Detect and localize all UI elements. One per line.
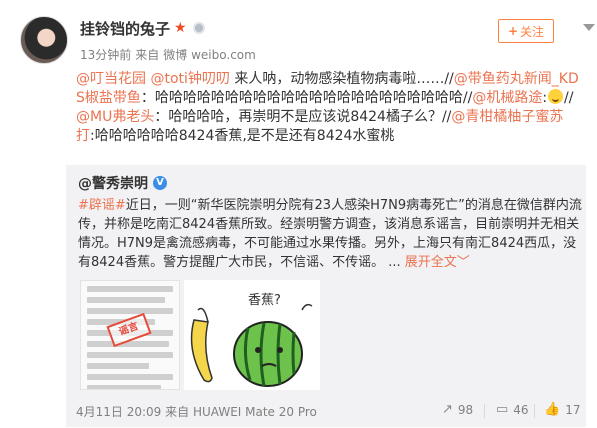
mention-link[interactable]: @叮当花园: [76, 71, 146, 87]
chevron-down-icon: ﹀: [456, 255, 470, 270]
like-count: 17: [565, 402, 581, 417]
text-line: [87, 363, 149, 369]
star-icon: ★: [174, 20, 187, 36]
repost-box: @警秀崇明 V #辟谣#近日，一则“新华医院崇明分院有23人感染H7N9病毒死亡…: [66, 165, 586, 427]
comment-count: 46: [513, 402, 529, 417]
repost-author-name[interactable]: @警秀崇明: [78, 173, 148, 193]
text-line: [87, 297, 165, 303]
verified-icon: V: [153, 176, 167, 190]
post-text: @叮当花园 @toti钟叨叨 来人呐，动物感染植物病毒啦……//@带鱼药丸新闻_…: [76, 70, 581, 146]
username[interactable]: 挂铃铛的兔子: [80, 18, 170, 39]
post-text-segment: :: [542, 90, 548, 106]
post-footer: 4月11日 20:09 来自 HUAWEI Mate 20 Pro ↗ 98 ▭…: [66, 400, 586, 422]
laughing-emoji-icon: [548, 89, 564, 104]
footer-source: HUAWEI Mate 20 Pro: [192, 405, 317, 419]
topic-tag[interactable]: #辟谣#: [78, 198, 126, 213]
post-text-segment: :哈哈哈哈哈哈8424香蕉,是不是还有8424水蜜桃: [90, 128, 395, 144]
repost-action[interactable]: ↗ 98: [442, 402, 473, 417]
cartoon-caption: 香蕉?: [248, 293, 281, 308]
share-icon: ↗: [442, 402, 453, 417]
thumbs-up-icon: 👍: [544, 402, 561, 417]
footer-meta: 4月11日 20:09 来自 HUAWEI Mate 20 Pro: [76, 403, 317, 420]
mention-link[interactable]: @MU弗老头: [76, 109, 154, 125]
post-text-segment: ：哈哈哈哈哈哈哈哈哈哈哈哈哈哈哈哈哈哈哈哈哈哈//: [140, 90, 473, 106]
like-action[interactable]: 👍 17: [544, 402, 580, 417]
post-meta: 13分钟前 来自 微博 weibo.com: [80, 46, 260, 63]
repost-text-body: 近日，一则“新华医院崇明分院有23人感染H7N9病毒死亡”的消息在微信群内流传，…: [78, 198, 582, 270]
watermelon-banana-illustration: 香蕉?: [190, 293, 313, 387]
footer-source-prefix: 来自: [165, 405, 190, 419]
repost-author: @警秀崇明 V: [78, 173, 167, 193]
expand-link[interactable]: 展开全文﹀: [405, 255, 470, 270]
text-line: [87, 374, 173, 380]
cartoon-thumbnail[interactable]: 香蕉?: [184, 280, 320, 390]
post-source[interactable]: 微博 weibo.com: [163, 48, 256, 62]
chevron-down-icon[interactable]: [583, 24, 595, 31]
post-time[interactable]: 13分钟前: [80, 48, 131, 62]
medal-icon: [192, 22, 205, 34]
text-line: [87, 385, 161, 389]
text-line: [87, 308, 173, 314]
expand-label: 展开全文: [404, 255, 457, 270]
mention-link[interactable]: @机械路途: [472, 90, 542, 106]
divider: [534, 404, 535, 418]
text-line: [87, 352, 173, 358]
repost-date[interactable]: 4月11日 20:09: [76, 405, 161, 419]
comment-action[interactable]: ▭ 46: [496, 402, 529, 417]
source-prefix: 来自: [135, 48, 160, 62]
repost-text: #辟谣#近日，一则“新华医院崇明分院有23人感染H7N9病毒死亡”的消息在微信群…: [78, 196, 583, 272]
document-thumbnail[interactable]: 谣言: [80, 280, 180, 390]
post-header: 挂铃铛的兔子 ★ 13分钟前 来自 微博 weibo.com + 关注: [20, 12, 595, 68]
mention-link[interactable]: @toti钟叨叨: [150, 71, 229, 87]
post-text-segment: 来人呐，动物感染植物病毒啦……//: [229, 71, 454, 87]
text-line: [87, 286, 173, 292]
plus-icon: +: [507, 24, 519, 38]
divider: [484, 404, 485, 418]
follow-button[interactable]: + 关注: [498, 19, 554, 43]
comment-icon: ▭: [496, 402, 509, 417]
repost-count: 98: [457, 402, 474, 417]
post-text-segment: ：哈哈哈哈，再崇明不是应该说8424橘子么？//: [154, 109, 452, 125]
follow-label: 关注: [520, 24, 545, 39]
avatar[interactable]: [20, 16, 68, 64]
post-text-segment: //: [564, 90, 574, 106]
username-row: 挂铃铛的兔子 ★: [80, 18, 205, 38]
